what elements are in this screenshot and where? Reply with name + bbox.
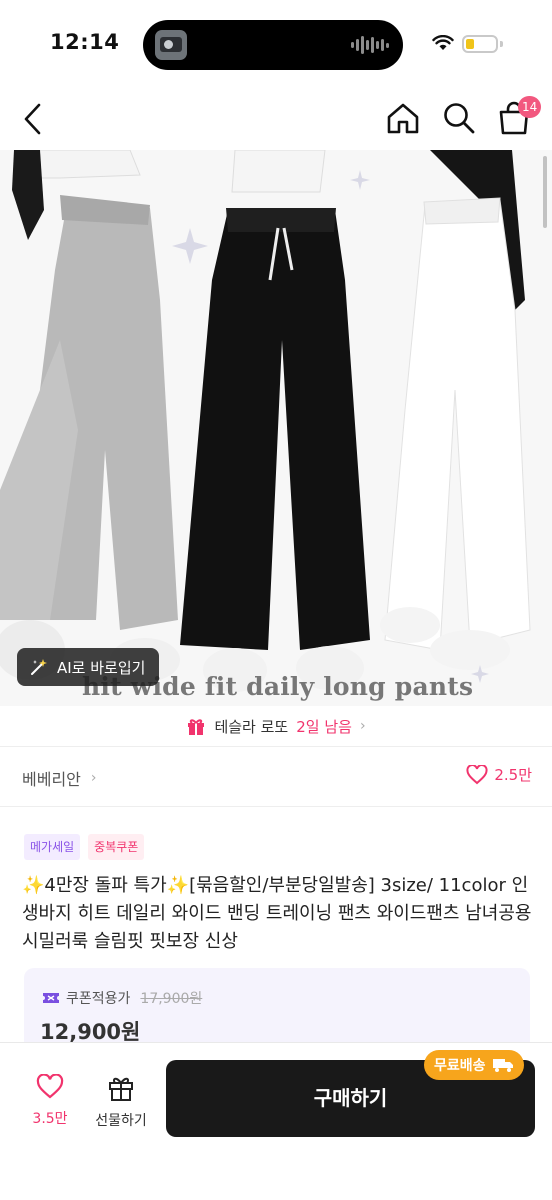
shop-name: 베베리안 [22,770,81,789]
shop-link[interactable]: 베베리안 › [22,766,97,790]
status-time: 12:14 [50,30,120,54]
divider [0,746,552,747]
gift-box-icon [109,1077,133,1101]
home-icon[interactable] [385,100,421,136]
wifi-icon [432,35,454,50]
coupon-price-label: 쿠폰적용가 [66,991,131,1007]
image-scrollbar[interactable] [543,156,547,228]
lotto-event-banner[interactable]: 테슬라 로또 2일 남음 › [0,706,552,746]
top-navigation [0,88,552,150]
like-count: 3.5만 [32,1111,68,1127]
free-shipping-badge: 무료배송 [424,1050,524,1080]
product-title: ✨4만장 돌파 특가✨[묶음할인/부분당일발송] 3size/ 11color … [22,875,532,952]
coupon-icon [43,993,59,1003]
pants-photo [0,150,552,706]
magic-wand-icon [31,659,47,675]
original-price: 17,900원 [140,991,203,1007]
gift-label: 선물하기 [95,1113,147,1129]
lotto-remaining: 2일 남음 [296,717,352,736]
heart-icon [36,1074,64,1099]
chevron-right-icon: › [359,718,366,734]
free-shipping-label: 무료배송 [434,1058,486,1074]
chevron-right-icon: › [90,770,97,786]
like-button[interactable]: 3.5만 [30,1074,70,1128]
now-playing-thumbnail [155,30,187,60]
duplicate-coupon-tag: 중복쿠폰 [88,834,145,860]
gift-button[interactable]: 선물하기 [88,1074,154,1130]
ai-try-on-button[interactable]: AI로 바로입기 [17,648,160,686]
audio-waveform-icon [351,34,389,56]
heart-icon [466,764,488,784]
product-tags: 메가세일 중복쿠폰 [24,834,145,860]
back-arrow-icon[interactable] [20,102,46,136]
mega-sale-tag: 메가세일 [24,834,81,860]
ai-try-on-label: AI로 바로입기 [57,658,146,677]
status-bar: 12:14 [0,0,552,88]
lotto-label: 테슬라 로또 [214,717,289,736]
coupon-price-row: 쿠폰적용가 17,900원 [42,988,202,1008]
shop-like-count: 2.5만 [494,766,532,784]
product-image[interactable] [0,150,552,706]
search-icon[interactable] [441,100,477,136]
cart-count-badge: 14 [518,96,542,118]
truck-icon [492,1059,513,1072]
divider [0,806,552,807]
shop-like-button[interactable]: 2.5만 [466,764,532,785]
gift-icon [188,719,205,735]
battery-icon [462,35,498,53]
dynamic-island[interactable] [143,20,403,70]
